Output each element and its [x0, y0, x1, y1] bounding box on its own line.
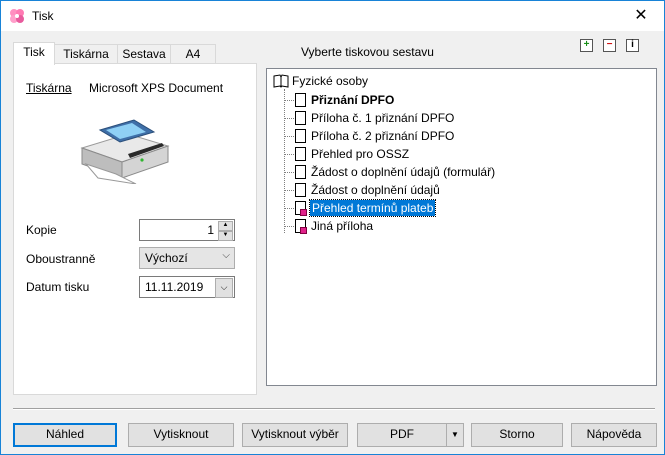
tree-item-label: Příloha č. 2 přiznání DPFO — [311, 129, 455, 143]
info-icon[interactable]: i — [626, 39, 639, 52]
remove-icon[interactable]: − — [603, 39, 616, 52]
print-selection-button[interactable]: Vytisknout výběr — [242, 423, 348, 447]
chevron-down-icon: ⌵ — [222, 250, 230, 261]
duplex-label: Oboustranně — [26, 252, 96, 266]
custom-document-icon — [295, 201, 307, 216]
document-icon — [295, 147, 306, 161]
document-icon — [295, 93, 306, 107]
document-icon — [295, 129, 306, 143]
copies-spin-buttons: ▲ ▼ — [218, 221, 233, 241]
duplex-value: Výchozí — [145, 251, 188, 265]
print-dialog: Tisk ✕ Tisk Tiskárna Sestava A4 Tiskárna… — [0, 0, 665, 455]
title-bar: Tisk ✕ — [1, 1, 664, 31]
tab-print[interactable]: Tisk — [13, 42, 55, 65]
print-button[interactable]: Vytisknout — [128, 423, 234, 447]
document-icon — [295, 183, 306, 197]
printer-name: Microsoft XPS Document — [89, 81, 224, 95]
calendar-dropdown-icon[interactable]: ⌵ — [215, 278, 233, 298]
copies-label: Kopie — [26, 223, 57, 237]
print-settings-panel: Tiskárna Microsoft XPS Document Kopie 1 … — [13, 63, 257, 395]
report-tree[interactable]: Fyzické osoby Přiznání DPFO Příloha č. 1… — [266, 68, 657, 386]
tab-a4[interactable]: A4 — [170, 44, 216, 64]
chevron-down-icon: ▼ — [451, 430, 459, 439]
tab-label: Sestava — [122, 47, 166, 61]
tree-root-label: Fyzické osoby — [292, 74, 369, 88]
help-button[interactable]: Nápověda — [571, 423, 657, 447]
close-button[interactable]: ✕ — [618, 1, 664, 31]
copies-stepper[interactable]: 1 ▲ ▼ — [139, 219, 235, 241]
close-icon: ✕ — [634, 7, 648, 24]
date-picker[interactable]: 11.11.2019 ⌵ — [139, 276, 235, 298]
divider — [13, 408, 655, 410]
tab-label: Tiskárna — [63, 47, 109, 61]
date-value: 11.11.2019 — [145, 280, 204, 294]
tree-item-label: Přehled pro OSSZ — [311, 147, 410, 161]
copies-value: 1 — [207, 223, 214, 237]
spin-down-icon[interactable]: ▼ — [218, 231, 233, 241]
duplex-select[interactable]: Výchozí ⌵ — [139, 247, 235, 269]
tree-item-label: Žádost o doplnění údajů — [311, 183, 440, 197]
tree-item-label: Jiná příloha — [311, 219, 374, 233]
add-icon[interactable]: + — [580, 39, 593, 52]
tree-item-label: Příloha č. 1 přiznání DPFO — [311, 111, 455, 125]
pdf-dropdown-button[interactable]: ▼ — [446, 423, 464, 447]
book-icon — [273, 74, 289, 88]
preview-button-label: Náhled — [45, 427, 85, 441]
preview-button[interactable]: Náhled — [13, 423, 117, 447]
cancel-button-label: Storno — [499, 427, 535, 441]
spin-up-icon[interactable]: ▲ — [218, 221, 233, 231]
tab-label: A4 — [185, 47, 201, 61]
document-icon — [295, 165, 306, 179]
document-icon — [295, 111, 306, 125]
tree-item-label: Přiznání DPFO — [311, 93, 395, 107]
report-section-title: Vyberte tiskovou sestavu — [301, 45, 434, 59]
custom-document-icon — [295, 219, 307, 234]
printer-label-link[interactable]: Tiskárna — [26, 81, 72, 95]
window-title: Tisk — [32, 9, 54, 23]
tree-line — [284, 89, 285, 233]
pdf-button[interactable]: PDF — [357, 423, 447, 447]
tab-label: Tisk — [23, 45, 45, 59]
print-button-label: Vytisknout — [153, 427, 209, 441]
tree-item-label: Žádost o doplnění údajů (formulář) — [311, 165, 496, 179]
help-button-label: Nápověda — [586, 427, 642, 441]
pdf-button-label: PDF — [390, 427, 414, 441]
printer-icon — [80, 119, 170, 184]
cancel-button[interactable]: Storno — [471, 423, 563, 447]
tab-printer[interactable]: Tiskárna — [54, 44, 118, 64]
date-label: Datum tisku — [26, 280, 90, 294]
tree-item-label: Přehled termínů plateb — [308, 199, 437, 217]
tab-report[interactable]: Sestava — [117, 44, 171, 64]
app-logo-icon — [10, 9, 24, 23]
print-selection-label: Vytisknout výběr — [251, 427, 339, 441]
